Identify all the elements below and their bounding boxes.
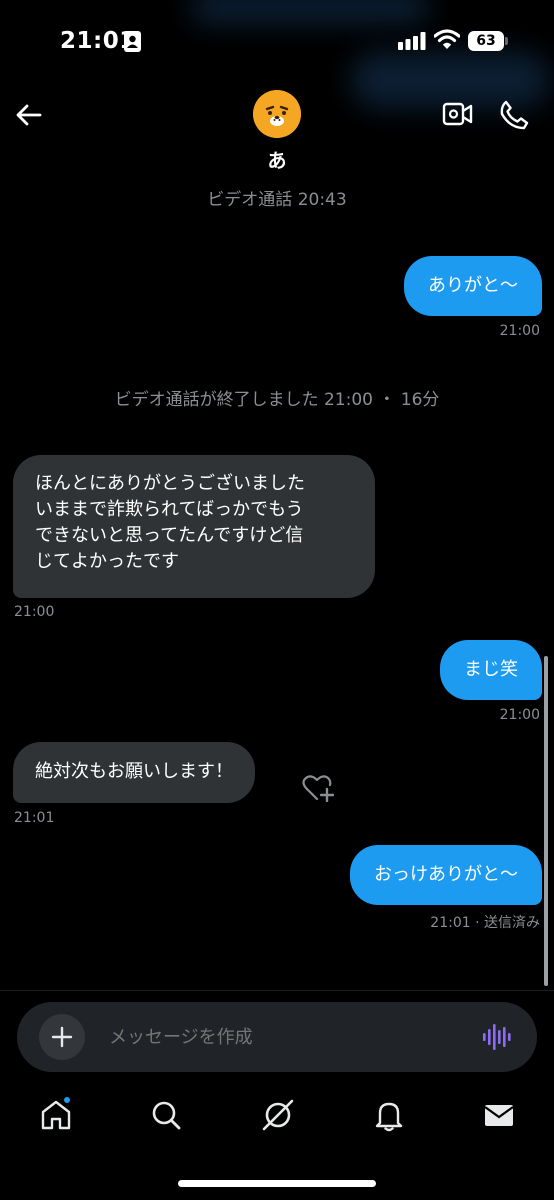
contact-card-icon: [124, 31, 141, 52]
back-arrow-icon[interactable]: [14, 100, 44, 130]
lion-character-icon: [253, 90, 301, 138]
battery-cap: [505, 37, 508, 45]
message-composer: [17, 1002, 537, 1072]
message-status: 21:01 · 送信済み: [430, 915, 540, 931]
conversation-header: あ: [0, 80, 554, 188]
voice-wave-icon[interactable]: [483, 1024, 511, 1050]
status-bar: 21:01 63: [0, 0, 554, 80]
divider: [0, 990, 554, 991]
message-timestamp: 21:00: [499, 707, 540, 723]
search-icon: [152, 1101, 181, 1130]
tab-home[interactable]: [38, 1095, 74, 1133]
message-line: じてよかったです: [35, 551, 179, 572]
system-message-video-call: ビデオ通話 20:43: [207, 190, 347, 210]
bell-icon: [375, 1102, 403, 1132]
tab-search[interactable]: [148, 1097, 184, 1133]
incoming-message[interactable]: ほんとにありがとうございました いままで詐欺られてばっかでもう できないと思って…: [13, 455, 375, 598]
contact-avatar[interactable]: [253, 90, 301, 138]
outgoing-message[interactable]: まじ笑: [440, 640, 542, 700]
battery-level: 63: [468, 31, 504, 51]
message-timestamp: 21:00: [499, 323, 540, 339]
incoming-message[interactable]: 絶対次もお願いします！: [13, 742, 255, 803]
message-line: いままで詐欺られてばっかでもう: [35, 499, 304, 520]
contact-name[interactable]: あ: [0, 146, 554, 173]
outgoing-message[interactable]: ありがと〜: [404, 256, 542, 316]
wifi-icon: [434, 29, 460, 49]
battery-indicator: 63: [468, 31, 508, 51]
message-timestamp: 21:00: [14, 604, 55, 620]
tab-grok[interactable]: [260, 1097, 296, 1133]
message-input[interactable]: [109, 1002, 449, 1072]
video-camera-icon[interactable]: [442, 101, 473, 127]
message-line: できないと思ってたんですけど信: [35, 525, 304, 546]
dm-conversation-screen: 21:01 63 あ ビデオ通話 20:43 ありがと〜 21:00 ビデオ通話…: [0, 0, 554, 1200]
message-timestamp: 21:01: [14, 810, 55, 826]
phone-icon[interactable]: [498, 100, 530, 130]
heart-plus-icon[interactable]: [302, 774, 334, 802]
bottom-tab-bar: [0, 1085, 554, 1155]
system-message-call-ended: ビデオ通話が終了しました 21:00 ・ 16分: [114, 390, 440, 410]
mail-icon: [484, 1105, 514, 1126]
add-attachment-button[interactable]: [39, 1014, 85, 1060]
plus-icon: [51, 1026, 73, 1048]
notification-dot: [62, 1095, 72, 1105]
message-line: ほんとにありがとうございました: [35, 473, 305, 494]
home-indicator: [178, 1180, 376, 1187]
cellular-signal-icon: [398, 32, 426, 50]
grok-icon: [262, 1099, 294, 1131]
tab-notifications[interactable]: [371, 1097, 407, 1133]
outgoing-message[interactable]: おっけありがと〜: [350, 845, 542, 905]
scrollbar-thumb[interactable]: [544, 656, 548, 986]
tab-messages[interactable]: [481, 1097, 517, 1133]
